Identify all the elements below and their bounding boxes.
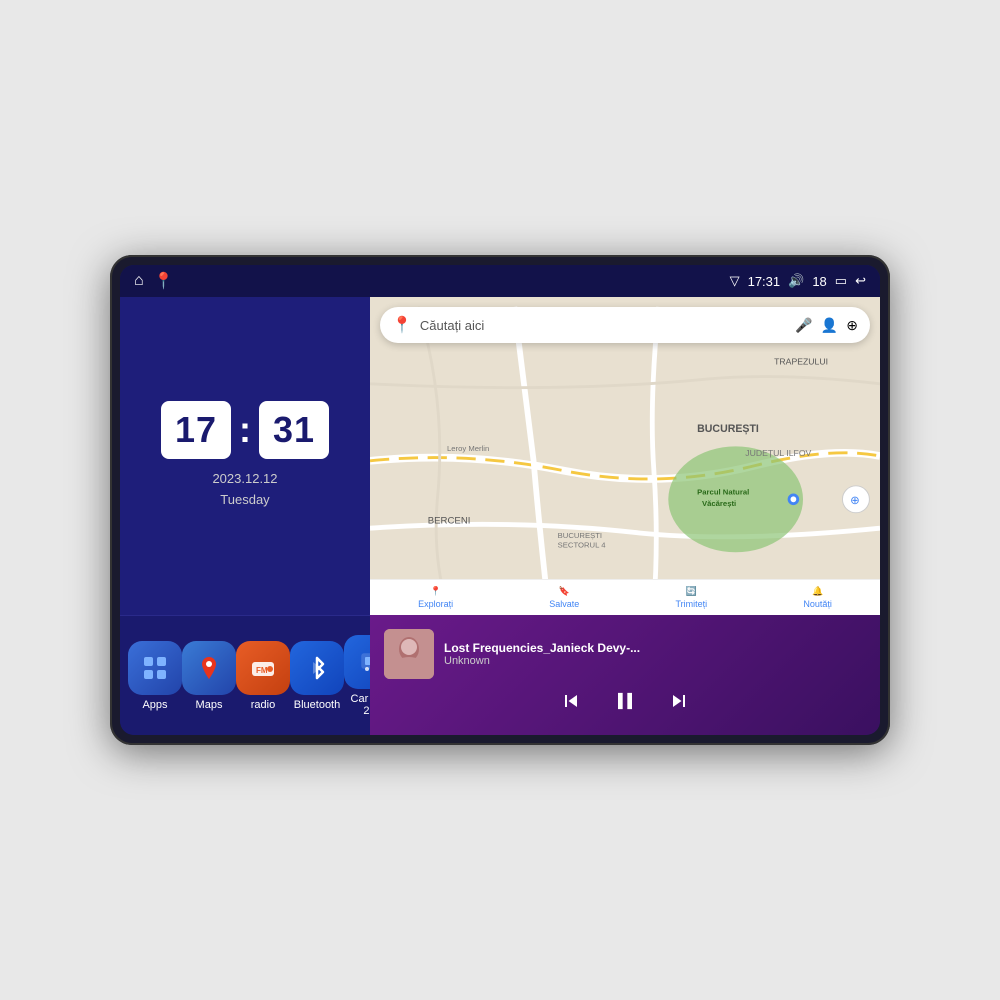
left-panel: 17 : 31 2023.12.12 Tuesday (120, 297, 370, 735)
svg-text:JUDEȚUL ILFOV: JUDEȚUL ILFOV (745, 448, 811, 458)
music-artist: Unknown (444, 655, 866, 667)
maps-shortcut-icon[interactable]: 📍 (154, 271, 174, 291)
send-label: Trimiteți (676, 599, 708, 609)
clock-widget: 17 : 31 2023.12.12 Tuesday (120, 297, 370, 615)
battery-level: 18 (812, 274, 826, 289)
status-right: ▽ 17:31 🔊 18 ▭ ↩ (730, 273, 866, 289)
map-area[interactable]: Parcul Natural Văcărești BUCUREȘTI JUDEȚ… (370, 297, 880, 615)
clock-display: 17 : 31 (161, 401, 329, 459)
send-icon: 🔄 (686, 586, 697, 597)
saved-label: Salvate (549, 599, 579, 609)
svg-text:BERCENI: BERCENI (428, 515, 471, 526)
svg-text:BUCUREȘTI: BUCUREȘTI (558, 531, 602, 540)
home-icon[interactable]: ⌂ (134, 272, 144, 290)
clock-colon: : (239, 409, 251, 451)
app-label-maps: Maps (196, 699, 223, 711)
voice-search-icon[interactable]: 🎤 (795, 317, 812, 334)
map-nav-send[interactable]: 🔄 Trimiteți (676, 586, 708, 609)
account-icon[interactable]: 👤 (821, 317, 838, 334)
music-thumbnail (384, 629, 434, 679)
music-top: Lost Frequencies_Janieck Devy-... Unknow… (384, 629, 866, 679)
explore-label: Explorați (418, 599, 453, 609)
status-bar: ⌂ 📍 ▽ 17:31 🔊 18 ▭ ↩ (120, 265, 880, 297)
battery-icon: ▭ (835, 273, 847, 289)
svg-text:⊕: ⊕ (850, 495, 860, 507)
music-title: Lost Frequencies_Janieck Devy-... (444, 641, 866, 655)
map-bottom-bar: 📍 Explorați 🔖 Salvate 🔄 Trimiteți � (370, 579, 880, 615)
map-search-icons: 🎤 👤 ⊕ (795, 317, 858, 334)
svg-text:Parcul Natural: Parcul Natural (697, 487, 749, 496)
car-display-device: ⌂ 📍 ▽ 17:31 🔊 18 ▭ ↩ 17 : (110, 255, 890, 745)
svg-text:TRAPEZULUI: TRAPEZULUI (774, 357, 828, 367)
map-nav-saved[interactable]: 🔖 Salvate (549, 586, 579, 609)
layers-icon[interactable]: ⊕ (846, 317, 858, 334)
apps-bar: Apps Maps (120, 615, 370, 735)
clock-date: 2023.12.12 Tuesday (212, 469, 277, 511)
clock-hours: 17 (161, 401, 231, 459)
back-icon[interactable]: ↩ (855, 273, 866, 289)
map-nav-explore[interactable]: 📍 Explorați (418, 586, 453, 609)
news-icon: 🔔 (812, 586, 823, 597)
app-label-bluetooth: Bluetooth (294, 699, 340, 711)
next-track-button[interactable] (667, 689, 691, 719)
map-nav-news[interactable]: 🔔 Noutăți (803, 586, 832, 609)
svg-text:Leroy Merlin: Leroy Merlin (447, 444, 489, 453)
svg-text:BUCUREȘTI: BUCUREȘTI (697, 423, 759, 435)
map-search-placeholder: Căutați aici (420, 318, 787, 333)
music-controls (384, 687, 866, 721)
app-icon-maps (182, 641, 236, 695)
app-label-radio: radio (251, 699, 275, 711)
map-search-bar[interactable]: 📍 Căutați aici 🎤 👤 ⊕ (380, 307, 870, 343)
app-icon-radio: FM (236, 641, 290, 695)
music-thumb-image (384, 629, 434, 679)
app-icon-apps (128, 641, 182, 695)
device-screen: ⌂ 📍 ▽ 17:31 🔊 18 ▭ ↩ 17 : (120, 265, 880, 735)
app-item-apps[interactable]: Apps (128, 641, 182, 711)
volume-icon: 🔊 (788, 273, 804, 289)
svg-text:Văcărești: Văcărești (702, 499, 736, 508)
main-content: 17 : 31 2023.12.12 Tuesday (120, 297, 880, 735)
svg-text:SECTORUL 4: SECTORUL 4 (558, 540, 607, 549)
play-pause-button[interactable] (611, 687, 639, 721)
clock-minutes: 31 (259, 401, 329, 459)
status-left: ⌂ 📍 (134, 271, 174, 291)
app-icon-bluetooth (290, 641, 344, 695)
explore-icon: 📍 (430, 586, 441, 597)
prev-track-button[interactable] (559, 689, 583, 719)
music-info: Lost Frequencies_Janieck Devy-... Unknow… (444, 641, 866, 667)
app-item-radio[interactable]: FM radio (236, 641, 290, 711)
app-label-apps: Apps (142, 699, 167, 711)
time-display: 17:31 (748, 274, 781, 289)
svg-text:FM: FM (256, 666, 268, 675)
saved-icon: 🔖 (559, 586, 570, 597)
app-item-bluetooth[interactable]: Bluetooth (290, 641, 344, 711)
signal-icon: ▽ (730, 273, 740, 289)
music-player: Lost Frequencies_Janieck Devy-... Unknow… (370, 615, 880, 735)
right-panel: Parcul Natural Văcărești BUCUREȘTI JUDEȚ… (370, 297, 880, 735)
news-label: Noutăți (803, 599, 832, 609)
app-item-maps[interactable]: Maps (182, 641, 236, 711)
google-maps-pin-icon: 📍 (392, 315, 412, 335)
map-visual: Parcul Natural Văcărești BUCUREȘTI JUDEȚ… (370, 297, 880, 615)
